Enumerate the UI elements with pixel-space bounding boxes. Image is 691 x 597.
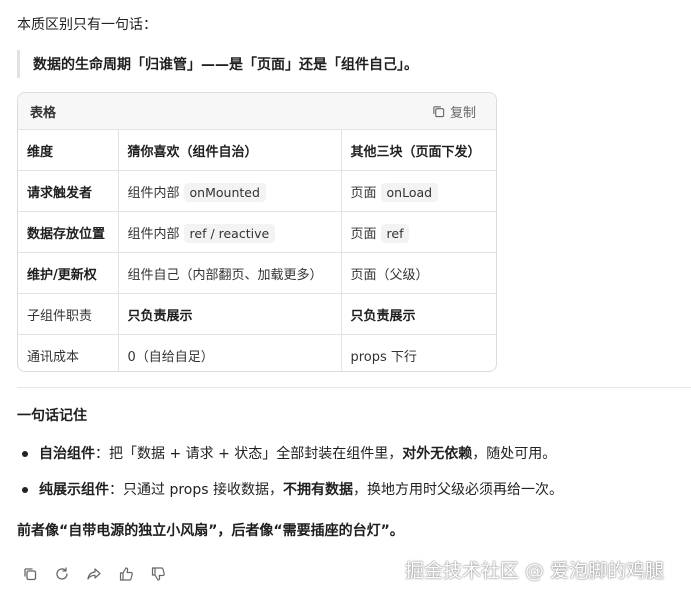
row-label: 维护/更新权 [18, 252, 119, 294]
table-card-header: 表格 复制 [18, 93, 496, 130]
table-row: 子组件职责 只负责展示 只负责展示 [18, 293, 496, 335]
list-item: 自治组件：把「数据 + 请求 + 状态」全部封装在组件里，对外无依赖，随处可用。 [17, 440, 563, 476]
cell-page-managed: 页面 onLoad [341, 170, 496, 212]
share-icon[interactable] [86, 566, 102, 582]
inline-code: onLoad [380, 182, 439, 202]
inline-code: onMounted [183, 182, 266, 202]
cell-self-managed: 只负责展示 [118, 293, 342, 335]
item-text: ，随处可用。 [472, 446, 557, 462]
table-row: 请求触发者 组件内部 onMounted 页面 onLoad [18, 170, 496, 212]
row-label: 子组件职责 [18, 293, 119, 335]
cell-text: 页面 [350, 185, 377, 201]
comparison-table: 维度 猜你喜欢（组件自治） 其他三块（页面下发） 请求触发者 组件内部 onMou… [18, 130, 496, 371]
table-row: 通讯成本 0（自给自足） props 下行 [18, 334, 496, 371]
item-label: 纯展示组件 [39, 482, 109, 498]
header-self-managed: 猜你喜欢（组件自治） [118, 130, 342, 171]
blockquote: 数据的生命周期「归谁管」——是「页面」还是「组件自己」。 [17, 50, 418, 78]
table-header-row: 维度 猜你喜欢（组件自治） 其他三块（页面下发） [18, 130, 496, 171]
cell-text: 组件内部 [127, 226, 180, 242]
cell-self-managed: 组件自己（内部翻页、加载更多） [118, 252, 342, 294]
row-label: 数据存放位置 [18, 211, 119, 253]
cell-page-managed: 页面 ref [341, 211, 496, 253]
item-label: 自治组件 [39, 446, 95, 462]
item-text: ，换地方用时父级必须再给一次。 [352, 482, 563, 498]
table-row: 数据存放位置 组件内部 ref / reactive 页面 ref [18, 211, 496, 253]
cell-text: 页面 [350, 226, 377, 242]
list-item: 纯展示组件：只通过 props 接收数据，不拥有数据，换地方用时父级必须再给一次… [17, 476, 563, 512]
summary-text: 前者像“自带电源的独立小风扇”，后者像“需要插座的台灯”。 [17, 523, 404, 539]
item-emphasis: 不拥有数据 [282, 482, 353, 498]
thumbs-up-icon[interactable] [118, 566, 134, 582]
cell-page-managed: props 下行 [350, 349, 417, 365]
bullet-list: 自治组件：把「数据 + 请求 + 状态」全部封装在组件里，对外无依赖，随处可用。… [17, 440, 563, 512]
cell-page-managed: 页面（父级） [341, 252, 496, 294]
divider [17, 387, 691, 388]
section-heading: 一句话记住 [17, 408, 87, 424]
cell-text: 组件内部 [127, 185, 180, 201]
copy-icon[interactable] [22, 566, 38, 582]
copy-table-button[interactable]: 复制 [432, 102, 476, 121]
quote-text: 数据的生命周期「归谁管」——是「页面」还是「组件自己」。 [33, 57, 418, 73]
inline-code: ref [380, 223, 410, 243]
refresh-icon[interactable] [54, 566, 70, 582]
watermark: 掘金技术社区 @ 爱泡脚的鸡腿 [405, 560, 665, 582]
intro-text: 本质区别只有一句话： [17, 17, 157, 33]
inline-code: ref / reactive [183, 223, 276, 243]
table-card: 表格 复制 维度 猜你喜欢（组件自治） 其他三块（页面下发） 请求触发者 组件内… [17, 92, 497, 372]
copy-icon [433, 105, 445, 117]
thumbs-down-icon[interactable] [150, 566, 166, 582]
table-row: 维护/更新权 组件自己（内部翻页、加载更多） 页面（父级） [18, 252, 496, 294]
cell-self-managed: 组件内部 ref / reactive [118, 211, 342, 253]
copy-label: 复制 [449, 105, 476, 121]
header-page-managed: 其他三块（页面下发） [341, 130, 496, 171]
message-actions [22, 566, 166, 582]
row-label: 请求触发者 [18, 170, 119, 212]
item-emphasis: 对外无依赖 [402, 446, 473, 462]
cell-self-managed: 0（自给自足） [118, 334, 342, 371]
row-label: 通讯成本 [18, 334, 119, 371]
cell-page-managed: 只负责展示 [341, 293, 496, 335]
item-text: ：只通过 props 接收数据， [109, 482, 283, 498]
table-card-title: 表格 [30, 105, 57, 121]
cell-self-managed: 组件内部 onMounted [118, 170, 342, 212]
item-text: ：把「数据 + 请求 + 状态」全部封装在组件里， [95, 446, 403, 462]
header-dimension: 维度 [18, 130, 119, 171]
